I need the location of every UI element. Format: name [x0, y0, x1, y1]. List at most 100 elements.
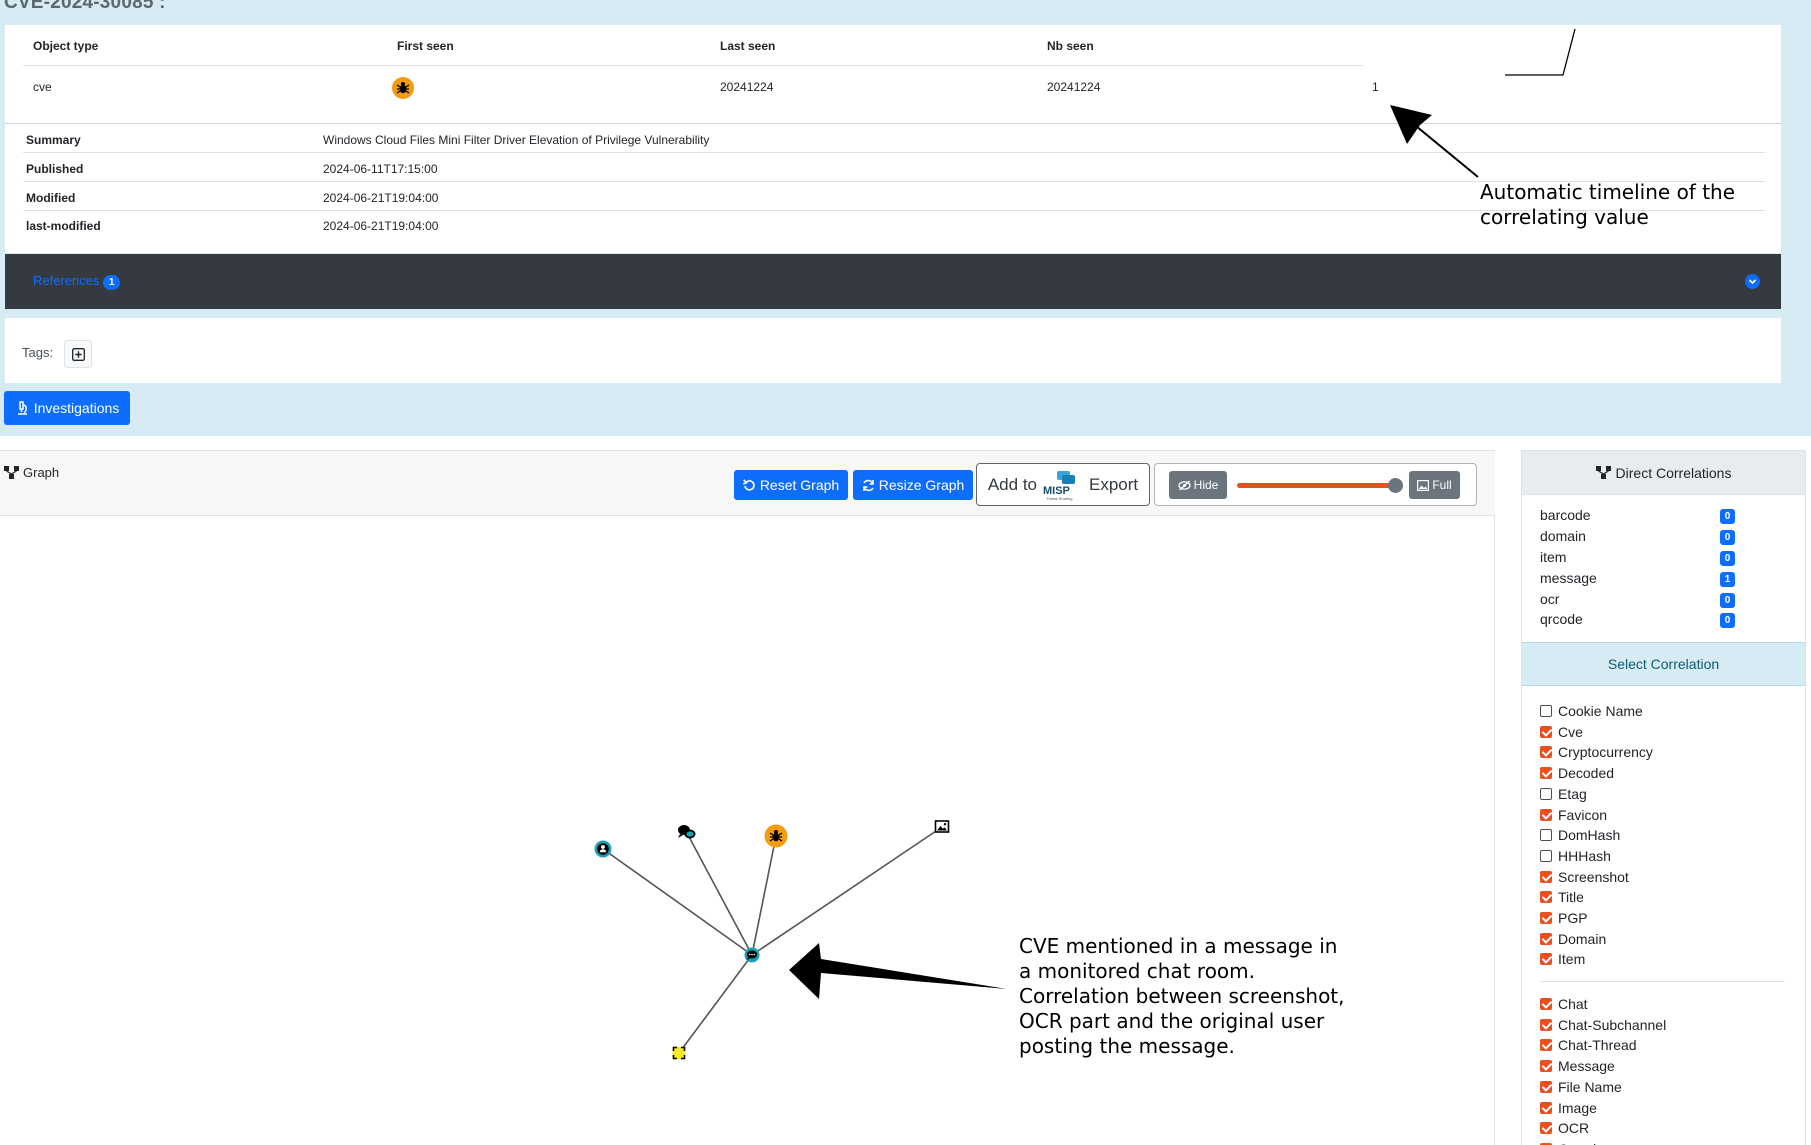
filter-favicon[interactable]: Favicon [1540, 806, 1607, 824]
cell-object-type: cve [33, 80, 52, 94]
misp-logo-subtext: Threat Sharing [1046, 495, 1073, 501]
filter-qrcode[interactable]: Qrcode [1540, 1140, 1604, 1145]
meta-label-published: Published [26, 162, 84, 176]
row-divider [5, 123, 1781, 124]
diagram-icon [1595, 466, 1611, 479]
checkbox[interactable] [1540, 1122, 1552, 1135]
reset-graph-button[interactable]: Reset Graph [734, 470, 848, 500]
annotation-line: posting the message. [1019, 1034, 1235, 1058]
checkbox[interactable] [1540, 1101, 1552, 1114]
chat-icon[interactable] [678, 825, 696, 839]
checkbox[interactable] [1540, 1039, 1552, 1052]
chat-bubbles-icon [1057, 470, 1075, 484]
checkbox-label: Title [1558, 889, 1584, 906]
checkbox[interactable] [1540, 912, 1552, 924]
cell-first-seen: 20241224 [720, 80, 774, 94]
refresh-icon [862, 479, 874, 491]
edge-message-chat [686, 832, 753, 956]
full-button[interactable]: Full [1409, 471, 1460, 499]
checkbox[interactable] [1540, 1060, 1552, 1073]
add-tag-button[interactable] [64, 340, 92, 368]
correlation-item-ocr[interactable]: ocr 0 [1540, 591, 1735, 609]
graph-slider-handle[interactable] [1388, 478, 1403, 493]
message-icon[interactable] [744, 947, 760, 963]
checkbox[interactable] [1540, 998, 1552, 1010]
checkbox[interactable] [1540, 705, 1552, 717]
meta-label-summary: Summary [26, 133, 81, 147]
filter-screenshot[interactable]: Screenshot [1540, 868, 1629, 886]
user-account-icon[interactable] [594, 840, 612, 858]
meta-value-modified: 2024-06-21T19:04:00 [323, 191, 439, 205]
correlation-count-badge: 0 [1720, 613, 1735, 628]
edge-message-user [602, 848, 753, 956]
checkbox[interactable] [1540, 829, 1552, 842]
meta-label-last-modified: last-modified [26, 219, 101, 233]
filter-chat-subchannel[interactable]: Chat-Subchannel [1540, 1016, 1666, 1034]
filter-domain[interactable]: Domain [1540, 930, 1606, 948]
annotation-timeline: Automatic timeline of the correlating va… [1480, 180, 1735, 230]
checkbox-label: Decoded [1558, 765, 1615, 782]
filter-decoded[interactable]: Decoded [1540, 764, 1614, 782]
filter-ocr[interactable]: OCR [1540, 1119, 1589, 1137]
checkbox[interactable] [1540, 1018, 1552, 1031]
hide-button[interactable]: Hide [1169, 471, 1227, 499]
checkbox[interactable] [1540, 725, 1552, 738]
filter-pgp[interactable]: PGP [1540, 909, 1588, 927]
cve-bug-icon[interactable] [764, 824, 788, 848]
correlation-item-barcode[interactable]: barcode 0 [1540, 507, 1735, 525]
filter-cookie-name[interactable]: Cookie Name [1540, 702, 1643, 720]
filter-domhash[interactable]: DomHash [1540, 826, 1620, 844]
filter-hhhash[interactable]: HHHash [1540, 847, 1611, 865]
correlation-item-qrcode[interactable]: qrcode 0 [1540, 611, 1735, 629]
correlation-count-badge: 0 [1720, 530, 1735, 545]
ocr-scan-icon[interactable] [672, 1046, 686, 1060]
references-bar[interactable]: References 1 [5, 254, 1781, 309]
chevron-down-icon[interactable] [1745, 274, 1760, 289]
checkbox[interactable] [1540, 787, 1552, 800]
misp-export-button[interactable]: Add to MISP Threat Sharing Export [976, 463, 1150, 506]
correlation-count-badge: 0 [1720, 593, 1735, 608]
filter-chat[interactable]: Chat [1540, 995, 1588, 1013]
meta-value-summary: Windows Cloud Files Mini Filter Driver E… [323, 133, 710, 147]
filter-cryptocurrency[interactable]: Cryptocurrency [1540, 743, 1653, 761]
checkbox[interactable] [1540, 849, 1552, 862]
col-header-last-seen: Last seen [720, 39, 776, 53]
screenshot-image-icon[interactable] [934, 820, 950, 833]
filter-item[interactable]: Item [1540, 950, 1585, 968]
filter-image[interactable]: Image [1540, 1099, 1597, 1117]
checkbox-label: Qrcode [1558, 1141, 1604, 1145]
checkbox[interactable] [1540, 870, 1552, 883]
checkbox[interactable] [1540, 891, 1552, 904]
correlation-item-message[interactable]: message 1 [1540, 570, 1735, 588]
page-root: CVE-2024-30085 : Object type First seen … [0, 0, 1811, 1145]
resize-graph-button[interactable]: Resize Graph [853, 470, 973, 500]
meta-value-last-modified: 2024-06-21T19:04:00 [323, 219, 439, 233]
checkbox-label: Cookie Name [1558, 703, 1643, 719]
checkbox[interactable] [1540, 953, 1552, 966]
checkbox-label: Cryptocurrency [1558, 744, 1653, 761]
graph-slider-track[interactable] [1237, 483, 1395, 488]
references-toggle[interactable]: References 1 [33, 273, 121, 290]
checkbox[interactable] [1540, 746, 1552, 759]
filter-cve[interactable]: Cve [1540, 723, 1583, 741]
filter-etag[interactable]: Etag [1540, 785, 1587, 803]
filter-message[interactable]: Message [1540, 1057, 1615, 1075]
investigations-button[interactable]: Investigations [4, 391, 130, 425]
correlation-item-domain[interactable]: domain 0 [1540, 528, 1735, 546]
graph-title: Graph [4, 465, 59, 480]
graph-label: Graph [23, 465, 60, 480]
annotation-line: Automatic timeline of the [1480, 180, 1736, 204]
checkbox[interactable] [1540, 808, 1552, 821]
correlation-name: ocr [1540, 591, 1560, 607]
checkbox[interactable] [1540, 932, 1552, 945]
col-header-first-seen: First seen [397, 39, 454, 53]
references-label: References [33, 273, 100, 288]
checkbox[interactable] [1540, 767, 1552, 780]
correlation-item-item[interactable]: item 0 [1540, 549, 1735, 567]
hide-label: Hide [1193, 478, 1219, 492]
filter-file-name[interactable]: File Name [1540, 1078, 1622, 1096]
checkbox[interactable] [1540, 1080, 1552, 1093]
filter-chat-thread[interactable]: Chat-Thread [1540, 1036, 1637, 1054]
filter-title[interactable]: Title [1540, 888, 1584, 906]
checkbox-label: Chat-Subchannel [1558, 1016, 1667, 1033]
